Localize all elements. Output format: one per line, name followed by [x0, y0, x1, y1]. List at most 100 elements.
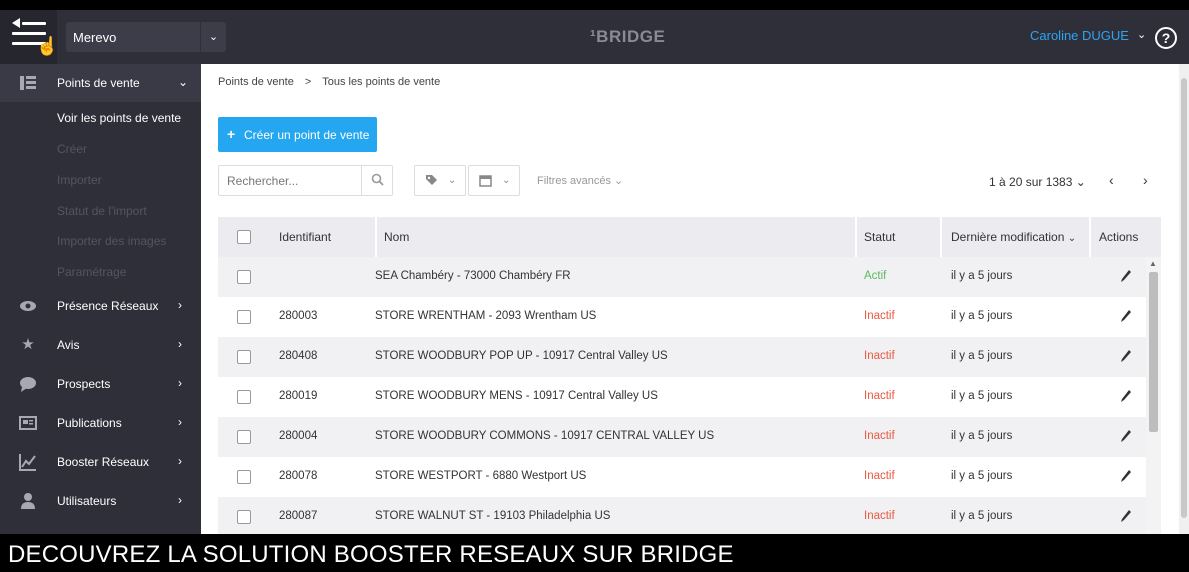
cell-name: STORE WESTPORT - 6880 Westport US — [375, 470, 587, 482]
chevron-down-icon: ⌄ — [614, 175, 624, 187]
cell-status: Actif — [864, 270, 887, 282]
search-input[interactable] — [219, 166, 362, 195]
row-checkbox[interactable] — [237, 350, 251, 364]
row-checkbox[interactable] — [237, 430, 251, 444]
chevron-right-icon: › — [178, 298, 182, 312]
sidebar-item-label: Utilisateurs — [57, 494, 117, 508]
cell-modified: il y a 5 jours — [951, 470, 1013, 482]
breadcrumb-root[interactable]: Points de vente — [218, 76, 294, 88]
table-scrollbar[interactable]: ▲ — [1146, 257, 1161, 534]
subitem-importer[interactable]: Importer — [57, 173, 102, 187]
sidebar-item-publications[interactable]: Publications › — [0, 404, 201, 442]
subitem-creer[interactable]: Créer — [57, 142, 87, 156]
breadcrumb-separator: > — [304, 76, 312, 88]
previous-page-button[interactable]: ‹ — [1109, 172, 1114, 188]
next-page-button[interactable]: › — [1143, 172, 1148, 188]
edit-pencil-icon[interactable] — [1120, 469, 1132, 483]
table-row[interactable]: 280408 STORE WOODBURY POP UP - 10917 Cent… — [218, 337, 1146, 377]
cell-name: STORE WRENTHAM - 2093 Wrentham US — [375, 310, 597, 322]
table-row[interactable]: 280087 STORE WALNUT ST - 19103 Philadelph… — [218, 497, 1146, 534]
breadcrumb-current: Tous les points de vente — [322, 76, 441, 88]
page-scrollbar[interactable] — [1179, 64, 1189, 534]
edit-pencil-icon[interactable] — [1120, 309, 1132, 323]
edit-pencil-icon[interactable] — [1120, 509, 1132, 523]
cell-modified: il y a 5 jours — [951, 430, 1013, 442]
user-menu-name[interactable]: Caroline DUGUE — [1030, 28, 1129, 43]
column-header-actions: Actions — [1099, 230, 1139, 244]
sidebar-item-utilisateurs[interactable]: Utilisateurs › — [0, 482, 201, 520]
chevron-down-icon: ⌄ — [502, 175, 511, 186]
main-content: Points de vente > Tous les points de ven… — [201, 64, 1179, 534]
subitem-parametrage[interactable]: Paramétrage — [57, 265, 126, 279]
sidebar-item-prospects[interactable]: Prospects › — [0, 365, 201, 403]
create-button-label: Créer un point de vente — [244, 128, 370, 142]
cell-id: 280019 — [279, 390, 318, 402]
sidebar-item-presence-reseaux[interactable]: Présence Réseaux › — [0, 287, 201, 325]
cell-status: Inactif — [864, 430, 895, 442]
chevron-right-icon: › — [178, 493, 182, 507]
table-row[interactable]: 280019 STORE WOODBURY MENS - 10917 Centra… — [218, 377, 1146, 417]
eye-icon — [19, 297, 37, 315]
edit-pencil-icon[interactable] — [1120, 269, 1132, 283]
chevron-down-icon: ⌄ — [200, 22, 226, 52]
caption-text: DECOUVREZ LA SOLUTION BOOSTER RESEAUX SU… — [8, 541, 734, 568]
search-icon[interactable] — [370, 172, 386, 188]
row-checkbox[interactable] — [237, 390, 251, 404]
row-checkbox[interactable] — [237, 310, 251, 324]
table-row[interactable]: 280078 STORE WESTPORT - 6880 Westport US I… — [218, 457, 1146, 497]
advanced-filters-toggle[interactable]: Filtres avancés ⌄ — [537, 174, 623, 187]
cell-id: 280003 — [279, 310, 318, 322]
scrollbar-thumb[interactable] — [1149, 272, 1158, 432]
cell-name: STORE WOODBURY MENS - 10917 Central Vall… — [375, 390, 658, 402]
sidebar: Points de vente ⌄ Voir les points de ven… — [0, 64, 201, 534]
date-filter-dropdown[interactable]: ⌄ — [468, 165, 520, 196]
cell-name: STORE WOODBURY COMMONS - 10917 CENTRAL V… — [375, 430, 715, 442]
subitem-statut-import[interactable]: Statut de l'import — [57, 204, 147, 218]
cell-modified: il y a 5 jours — [951, 510, 1013, 522]
sidebar-item-label: Présence Réseaux — [57, 299, 159, 313]
page-scrollbar-thumb[interactable] — [1181, 78, 1187, 518]
tag-filter-dropdown[interactable]: ⌄ — [414, 165, 466, 196]
edit-pencil-icon[interactable] — [1120, 349, 1132, 363]
cell-id: 280408 — [279, 350, 318, 362]
sidebar-item-label: Booster Réseaux — [57, 455, 150, 469]
breadcrumb: Points de vente > Tous les points de ven… — [218, 76, 448, 88]
menu-toggle-button[interactable]: ☝ — [0, 10, 59, 64]
chevron-right-icon: › — [178, 454, 182, 468]
cell-modified: il y a 5 jours — [951, 310, 1013, 322]
row-checkbox[interactable] — [237, 470, 251, 484]
cell-status: Inactif — [864, 310, 895, 322]
table-row[interactable]: SEA Chambéry - 73000 Chambéry FR Actif il … — [218, 257, 1146, 297]
chevron-down-icon[interactable]: ⌄ — [1137, 28, 1146, 41]
subitem-importer-images[interactable]: Importer des images — [57, 234, 166, 248]
pagination-select[interactable]: 1 à 20 sur 1383 ⌄ — [989, 175, 1086, 189]
column-header-modified[interactable]: Dernière modification ⌄ — [951, 230, 1076, 244]
sidebar-item-booster-reseaux[interactable]: Booster Réseaux › — [0, 443, 201, 481]
sidebar-item-avis[interactable]: ★ Avis › — [0, 326, 201, 364]
sidebar-item-label: Avis — [57, 338, 80, 352]
table-row[interactable]: 280004 STORE WOODBURY COMMONS - 10917 CEN… — [218, 417, 1146, 457]
organization-select-label: Merevo — [73, 30, 117, 45]
column-header-name[interactable]: Nom — [384, 230, 409, 244]
edit-pencil-icon[interactable] — [1120, 389, 1132, 403]
help-icon[interactable]: ? — [1155, 27, 1177, 49]
sidebar-item-points-de-vente[interactable]: Points de vente ⌄ — [0, 64, 201, 102]
row-checkbox[interactable] — [237, 270, 251, 284]
chevron-down-icon: ⌄ — [178, 75, 189, 89]
advanced-filters-label: Filtres avancés — [537, 175, 611, 187]
subitem-voir-points-de-vente[interactable]: Voir les points de vente — [57, 111, 181, 125]
edit-pencil-icon[interactable] — [1120, 429, 1132, 443]
hand-cursor-icon: ☝ — [36, 36, 59, 56]
list-icon — [19, 74, 37, 92]
scroll-up-arrow-icon[interactable]: ▲ — [1149, 259, 1157, 268]
table-row[interactable]: 280003 STORE WRENTHAM - 2093 Wrentham US I… — [218, 297, 1146, 337]
video-caption: DECOUVREZ LA SOLUTION BOOSTER RESEAUX SU… — [0, 534, 1189, 572]
select-all-checkbox[interactable] — [237, 230, 251, 244]
row-checkbox[interactable] — [237, 510, 251, 524]
column-header-status[interactable]: Statut — [864, 230, 895, 244]
organization-select[interactable]: Merevo ⌄ — [66, 22, 226, 52]
plus-icon: + — [227, 126, 236, 142]
cell-id: 280004 — [279, 430, 318, 442]
column-header-id[interactable]: Identifiant — [279, 230, 331, 244]
create-point-de-vente-button[interactable]: + Créer un point de vente — [218, 117, 377, 152]
